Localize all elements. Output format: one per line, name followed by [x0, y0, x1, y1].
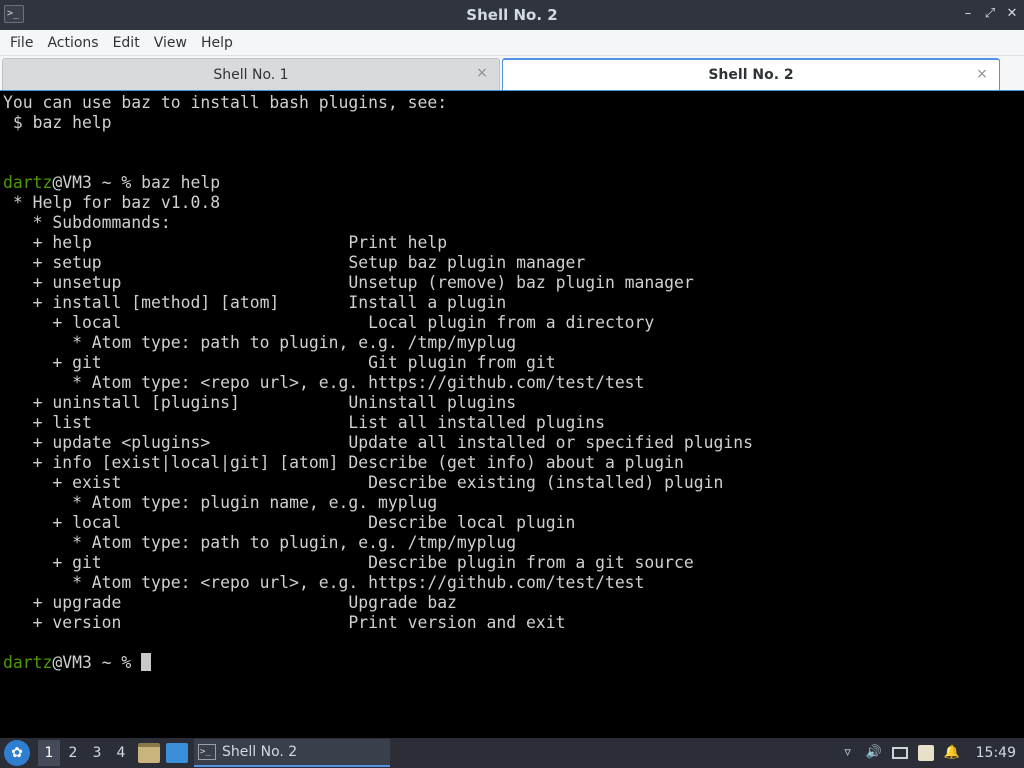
notification-icon[interactable]: 🔔 [944, 745, 960, 761]
window-titlebar[interactable]: >_ Shell No. 2 – ⤢ ✕ [0, 0, 1024, 30]
terminal-text: + upgrade Upgrade baz [3, 593, 457, 612]
network-icon[interactable] [891, 747, 908, 759]
terminal-output[interactable]: You can use baz to install bash plugins,… [0, 90, 1024, 738]
terminal-line: + info [exist|local|git] [atom] Describe… [3, 453, 1024, 473]
terminal-text: baz help [141, 173, 221, 192]
terminal-text: + exist Describe existing (installed) pl… [3, 473, 724, 492]
terminal-text: + local Describe local plugin [3, 513, 576, 532]
prompt-user: dartz [3, 653, 53, 672]
terminal-line: + unsetup Unsetup (remove) baz plugin ma… [3, 273, 1024, 293]
terminal-text: * Subdommands: [3, 213, 171, 232]
terminal-line: + exist Describe existing (installed) pl… [3, 473, 1024, 493]
terminal-line: * Subdommands: [3, 213, 1024, 233]
menu-actions[interactable]: Actions [41, 35, 104, 51]
tab-close-icon[interactable]: × [975, 67, 989, 81]
terminal-text: * Atom type: <repo url>, e.g. https://gi… [3, 573, 645, 592]
menu-help[interactable]: Help [195, 35, 239, 51]
clipboard-icon[interactable] [917, 745, 934, 761]
terminal-text: * Atom type: plugin name, e.g. myplug [3, 493, 438, 512]
terminal-text: + help Print help [3, 233, 448, 252]
terminal-text: + uninstall [plugins] Uninstall plugins [3, 393, 517, 412]
menu-view[interactable]: View [148, 35, 193, 51]
terminal-line: * Help for baz v1.0.8 [3, 193, 1024, 213]
terminal-line: + update <plugins> Update all installed … [3, 433, 1024, 453]
terminal-line: + setup Setup baz plugin manager [3, 253, 1024, 273]
terminal-line: * Atom type: path to plugin, e.g. /tmp/m… [3, 333, 1024, 353]
menu-bar: File Actions Edit View Help [0, 30, 1024, 56]
terminal-line: + list List all installed plugins [3, 413, 1024, 433]
terminal-text: * Atom type: path to plugin, e.g. /tmp/m… [3, 533, 517, 552]
workspace-2-button[interactable]: 2 [62, 740, 84, 766]
clock[interactable]: 15:49 [976, 745, 1016, 761]
terminal-line: $ baz help [3, 113, 1024, 133]
terminal-icon: >_ [198, 744, 216, 760]
terminal-line: + help Print help [3, 233, 1024, 253]
menu-file[interactable]: File [4, 35, 39, 51]
terminal-text: + info [exist|local|git] [atom] Describe… [3, 453, 684, 472]
terminal-line: + git Describe plugin from a git source [3, 553, 1024, 573]
start-menu-icon[interactable]: ✿ [4, 740, 30, 766]
terminal-line: dartz@VM3 ~ % [3, 653, 1024, 673]
terminal-icon[interactable]: >_ [4, 5, 24, 23]
volume-icon[interactable]: 🔊 [866, 745, 882, 761]
tab-shell-1[interactable]: Shell No. 1 × [2, 58, 500, 90]
terminal-text: * Atom type: <repo url>, e.g. https://gi… [3, 373, 645, 392]
tab-label: Shell No. 1 [213, 66, 289, 83]
task-label: Shell No. 2 [222, 744, 298, 760]
terminal-text: + list List all installed plugins [3, 413, 605, 432]
show-desktop-icon[interactable] [166, 743, 188, 763]
workspace-4-button[interactable]: 4 [110, 740, 132, 766]
terminal-line: * Atom type: <repo url>, e.g. https://gi… [3, 573, 1024, 593]
terminal-text: You can use baz to install bash plugins,… [3, 93, 448, 112]
terminal-text: + git Git plugin from git [3, 353, 556, 372]
terminal-text: + git Describe plugin from a git source [3, 553, 694, 572]
terminal-text: $ baz help [3, 113, 112, 132]
terminal-text: + version Print version and exit [3, 613, 566, 632]
terminal-text: + install [method] [atom] Install a plug… [3, 293, 507, 312]
prompt-host: @VM3 ~ % [52, 173, 142, 192]
window-controls: – ⤢ ✕ [962, 6, 1018, 22]
maximize-button[interactable]: ⤢ [984, 6, 996, 22]
terminal-text: + unsetup Unsetup (remove) baz plugin ma… [3, 273, 694, 292]
tab-close-icon[interactable]: × [475, 66, 489, 80]
workspace-3-button[interactable]: 3 [86, 740, 108, 766]
terminal-text: + local Local plugin from a directory [3, 313, 655, 332]
tab-label: Shell No. 2 [708, 67, 794, 83]
taskbar: ✿ 1 2 3 4 >_ Shell No. 2 ▿ 🔊 🔔 15:49 [0, 738, 1024, 768]
tab-bar: Shell No. 1 × Shell No. 2 × [0, 56, 1024, 90]
system-tray: ▿ 🔊 🔔 15:49 [840, 745, 1016, 761]
terminal-line: + install [method] [atom] Install a plug… [3, 293, 1024, 313]
terminal-line: + local Local plugin from a directory [3, 313, 1024, 333]
terminal-line: You can use baz to install bash plugins,… [3, 93, 1024, 113]
terminal-text: + setup Setup baz plugin manager [3, 253, 586, 272]
workspace-1-button[interactable]: 1 [38, 740, 60, 766]
close-button[interactable]: ✕ [1006, 6, 1018, 22]
file-manager-icon[interactable] [138, 743, 160, 763]
terminal-text: * Help for baz v1.0.8 [3, 193, 221, 212]
terminal-line: + version Print version and exit [3, 613, 1024, 633]
terminal-line: * Atom type: <repo url>, e.g. https://gi… [3, 373, 1024, 393]
menu-edit[interactable]: Edit [107, 35, 146, 51]
task-shell-2[interactable]: >_ Shell No. 2 [194, 739, 390, 767]
terminal-line: + git Git plugin from git [3, 353, 1024, 373]
terminal-text: + update <plugins> Update all installed … [3, 433, 753, 452]
minimize-button[interactable]: – [962, 6, 974, 22]
text-cursor [141, 653, 152, 671]
terminal-text: * Atom type: path to plugin, e.g. /tmp/m… [3, 333, 517, 352]
terminal-line: * Atom type: path to plugin, e.g. /tmp/m… [3, 533, 1024, 553]
terminal-line: dartz@VM3 ~ % baz help [3, 173, 1024, 193]
prompt-host: @VM3 ~ % [52, 653, 142, 672]
tab-shell-2[interactable]: Shell No. 2 × [502, 58, 1000, 90]
prompt-user: dartz [3, 173, 53, 192]
media-eject-icon[interactable]: ▿ [840, 745, 856, 761]
terminal-line: + upgrade Upgrade baz [3, 593, 1024, 613]
terminal-line: + local Describe local plugin [3, 513, 1024, 533]
window-title: Shell No. 2 [466, 6, 558, 24]
terminal-line: * Atom type: plugin name, e.g. myplug [3, 493, 1024, 513]
terminal-line: + uninstall [plugins] Uninstall plugins [3, 393, 1024, 413]
